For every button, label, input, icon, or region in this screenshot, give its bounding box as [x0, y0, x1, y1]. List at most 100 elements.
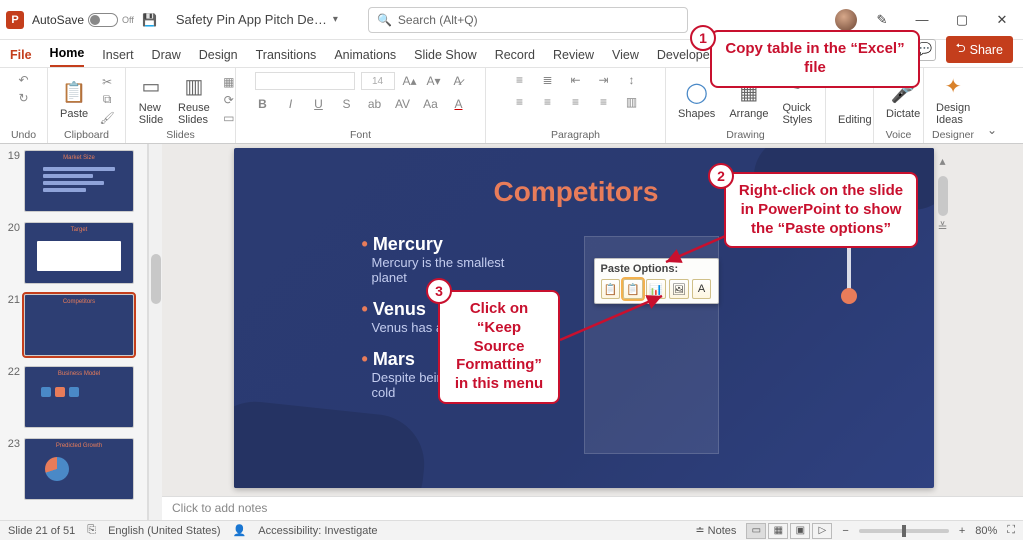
redo-button[interactable]: ↻: [15, 90, 33, 106]
fit-to-window[interactable]: ⛶: [1007, 524, 1015, 537]
view-reading[interactable]: ▣: [790, 523, 810, 539]
thumb-slide-21[interactable]: Competitors: [24, 294, 134, 356]
reuse-slides-label: Reuse Slides: [178, 102, 210, 126]
next-slide-icon[interactable]: ≚: [937, 220, 947, 234]
slide-counter[interactable]: Slide 21 of 51: [8, 525, 75, 537]
share-button[interactable]: ⮌Share: [946, 36, 1013, 63]
view-slideshow[interactable]: ▷: [812, 523, 832, 539]
spellcheck-icon[interactable]: ⎘: [87, 524, 96, 537]
strike-button[interactable]: S: [338, 96, 356, 112]
thumb-num-19: 19: [4, 150, 20, 162]
group-voice-label: Voice: [882, 127, 915, 141]
bold-button[interactable]: B: [254, 96, 272, 112]
paste-embed[interactable]: 📊: [646, 279, 666, 299]
canvas-scroll-thumb[interactable]: [938, 176, 948, 216]
tab-file[interactable]: File: [10, 48, 32, 67]
ribbon-collapse-icon[interactable]: ⌄: [980, 68, 1004, 143]
window-close[interactable]: ✕: [987, 5, 1017, 35]
thumb-slide-23[interactable]: Predicted Growth: [24, 438, 134, 500]
tab-review[interactable]: Review: [553, 48, 594, 67]
thumb-title: Market Size: [63, 155, 95, 161]
numbering-button[interactable]: ≣: [539, 72, 557, 88]
zoom-slider[interactable]: [859, 529, 949, 533]
align-center-button[interactable]: ≡: [539, 94, 557, 110]
slide-title[interactable]: Competitors: [494, 176, 659, 208]
editing-button[interactable]: Editing: [834, 86, 876, 126]
paste-keep-source-formatting[interactable]: 📋: [623, 279, 643, 299]
save-icon[interactable]: 💾: [140, 10, 160, 30]
shadow-button[interactable]: ab: [366, 96, 384, 112]
language-status[interactable]: English (United States): [108, 525, 221, 537]
copy-button[interactable]: ⧉: [98, 92, 116, 108]
undo-button[interactable]: ↶: [15, 72, 33, 88]
cut-button[interactable]: ✂: [98, 74, 116, 90]
tab-home[interactable]: Home: [50, 46, 85, 67]
tab-insert[interactable]: Insert: [102, 48, 133, 67]
shrink-font-button[interactable]: A▾: [425, 73, 443, 89]
tab-transitions[interactable]: Transitions: [256, 48, 317, 67]
search-placeholder: Search (Alt+Q): [398, 13, 478, 27]
design-ideas-button[interactable]: ✦Design Ideas: [932, 74, 974, 126]
tab-developer[interactable]: Developer: [657, 48, 714, 67]
accessibility-icon[interactable]: 👤: [233, 524, 247, 537]
autosave-toggle[interactable]: AutoSave Off: [32, 13, 134, 27]
align-right-button[interactable]: ≡: [567, 94, 585, 110]
scroll-up-icon[interactable]: ▴: [939, 154, 945, 168]
search-input[interactable]: 🔍 Search (Alt+Q): [368, 7, 688, 33]
paste-picture[interactable]: 🖼: [669, 279, 689, 299]
indent-inc-button[interactable]: ⇥: [595, 72, 613, 88]
new-slide-button[interactable]: ▭New Slide: [134, 74, 168, 126]
justify-button[interactable]: ≡: [595, 94, 613, 110]
bullet-1-sub: Mercury is the smallest planet: [372, 255, 542, 285]
tab-record[interactable]: Record: [495, 48, 535, 67]
view-sorter[interactable]: ▦: [768, 523, 788, 539]
document-title[interactable]: Safety Pin App Pitch De…: [176, 12, 327, 27]
changecase-button[interactable]: Aa: [422, 96, 440, 112]
zoom-in[interactable]: +: [959, 525, 965, 537]
format-painter-button[interactable]: 🖌: [98, 110, 116, 126]
zoom-level[interactable]: 80%: [975, 525, 997, 537]
font-size-input[interactable]: 14: [361, 72, 395, 90]
charspace-button[interactable]: AV: [394, 96, 412, 112]
tab-slideshow[interactable]: Slide Show: [414, 48, 477, 67]
zoom-slider-thumb[interactable]: [902, 525, 906, 537]
paste-options-title: Paste Options:: [601, 263, 712, 275]
thumb-slide-19[interactable]: Market Size: [24, 150, 134, 212]
notes-pane[interactable]: Click to add notes: [162, 496, 1023, 520]
paste-use-destination-theme[interactable]: 📋: [601, 279, 621, 299]
columns-button[interactable]: ▥: [623, 94, 641, 110]
tab-animations[interactable]: Animations: [334, 48, 396, 67]
tab-design[interactable]: Design: [199, 48, 238, 67]
group-drawing-label: Drawing: [674, 127, 817, 141]
tab-draw[interactable]: Draw: [152, 48, 181, 67]
arrange-label: Arrange: [729, 108, 768, 120]
group-slides-label: Slides: [134, 127, 227, 141]
thumb-slide-22[interactable]: Business Model: [24, 366, 134, 428]
indent-dec-button[interactable]: ⇤: [567, 72, 585, 88]
linespace-button[interactable]: ↕: [623, 72, 641, 88]
window-maximize[interactable]: ▢: [947, 5, 977, 35]
tab-view[interactable]: View: [612, 48, 639, 67]
paste-button[interactable]: 📋Paste: [56, 80, 92, 120]
doc-caret-icon[interactable]: ▾: [333, 14, 338, 25]
notes-toggle[interactable]: ≐ Notes: [695, 524, 736, 537]
clear-format-button[interactable]: A̷: [449, 73, 467, 89]
font-color-button[interactable]: A: [450, 96, 468, 112]
italic-button[interactable]: I: [282, 96, 300, 112]
toggle-track[interactable]: [88, 13, 118, 27]
align-left-button[interactable]: ≡: [511, 94, 529, 110]
group-paragraph-label: Paragraph: [494, 127, 657, 141]
zoom-out[interactable]: −: [842, 525, 848, 537]
view-normal[interactable]: ▭: [746, 523, 766, 539]
accessibility-status[interactable]: Accessibility: Investigate: [258, 525, 377, 537]
paste-text-only[interactable]: A: [692, 279, 712, 299]
thumb-slide-20[interactable]: Target: [24, 222, 134, 284]
grow-font-button[interactable]: A▴: [401, 73, 419, 89]
slide-thumbnail-panel: 19 Market Size 20 Target 21 Competitors …: [0, 144, 148, 520]
thumbs-scroll-thumb[interactable]: [151, 254, 161, 304]
bullets-button[interactable]: ≡: [511, 72, 529, 88]
user-avatar[interactable]: [835, 9, 857, 31]
underline-button[interactable]: U: [310, 96, 328, 112]
reuse-slides-button[interactable]: ▥Reuse Slides: [174, 74, 214, 126]
thumbs-scrollbar[interactable]: [148, 144, 162, 520]
